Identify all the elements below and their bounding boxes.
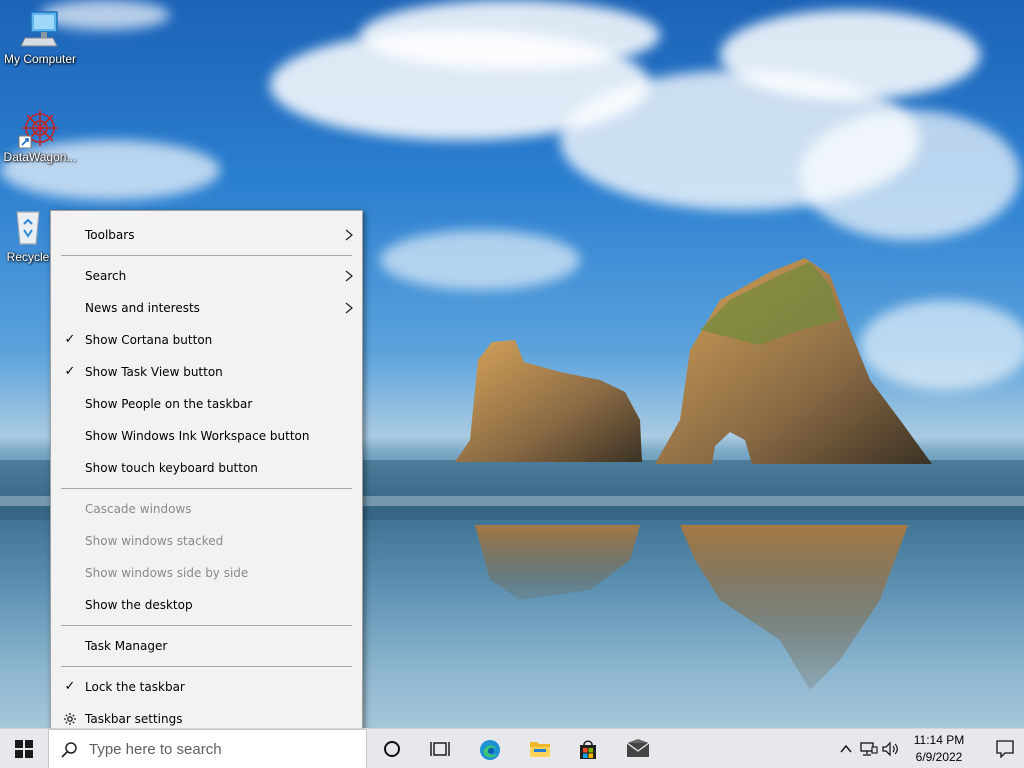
windows-logo-icon	[15, 740, 33, 758]
menu-item-label: Taskbar settings	[85, 712, 183, 726]
computer-icon	[17, 8, 63, 50]
menu-separator	[61, 255, 352, 256]
taskbar-context-menu: Toolbars Search News and interests ✓ Sho…	[50, 210, 363, 744]
menu-item-lock-taskbar[interactable]: ✓ Lock the taskbar	[51, 671, 362, 703]
cortana-button[interactable]	[368, 729, 416, 768]
submenu-arrow-icon	[345, 270, 353, 282]
menu-separator	[61, 625, 352, 626]
file-explorer-icon	[530, 742, 550, 757]
file-explorer-button[interactable]	[515, 729, 563, 768]
system-tray: 11:14 PM 6/9/2022	[824, 729, 1024, 768]
menu-item-label: Show touch keyboard button	[85, 461, 258, 475]
taskbar-search-box[interactable]: Type here to search	[48, 729, 367, 768]
checkmark-icon: ✓	[64, 332, 76, 347]
menu-item-label: News and interests	[85, 301, 200, 315]
cortana-icon	[384, 741, 400, 757]
menu-item-show-touch-keyboard[interactable]: Show touch keyboard button	[51, 452, 362, 484]
menu-item-label: Search	[85, 269, 127, 283]
menu-item-label: Show Windows Ink Workspace button	[85, 429, 310, 443]
menu-item-label: Show the desktop	[85, 598, 193, 612]
submenu-arrow-icon	[345, 302, 353, 314]
menu-item-show-desktop[interactable]: Show the desktop	[51, 589, 362, 621]
desktop-icon-my-computer[interactable]: My Computer	[0, 8, 80, 66]
menu-item-show-task-view-button[interactable]: ✓ Show Task View button	[51, 356, 362, 388]
menu-item-task-manager[interactable]: Task Manager	[51, 630, 362, 662]
taskbar-clock[interactable]: 11:14 PM 6/9/2022	[899, 732, 979, 766]
recycle-bin-icon	[5, 206, 51, 248]
menu-item-label: Task Manager	[85, 639, 168, 653]
menu-item-show-ink-workspace[interactable]: Show Windows Ink Workspace button	[51, 420, 362, 452]
desktop-icon-datawagon[interactable]: DataWagon...	[0, 106, 80, 164]
menu-item-toolbars[interactable]: Toolbars	[51, 219, 362, 251]
clock-time: 11:14 PM	[913, 733, 965, 747]
network-icon[interactable]	[860, 741, 878, 757]
datawagon-icon	[17, 106, 63, 149]
menu-separator	[61, 488, 352, 489]
menu-item-search[interactable]: Search	[51, 260, 362, 292]
menu-item-windows-side-by-side: Show windows side by side	[51, 557, 362, 589]
show-hidden-icons-chevron-up-icon[interactable]	[840, 744, 852, 754]
menu-item-news-and-interests[interactable]: News and interests	[51, 292, 362, 324]
menu-item-label: Show windows stacked	[85, 534, 224, 548]
menu-item-label: Show People on the taskbar	[85, 397, 253, 411]
mail-icon	[626, 739, 650, 757]
clock-date: 6/9/2022	[915, 750, 963, 764]
checkmark-icon: ✓	[64, 364, 76, 379]
desktop-icon-label: My Computer	[3, 52, 77, 66]
store-button[interactable]	[563, 729, 611, 768]
menu-item-label: Cascade windows	[85, 502, 192, 516]
search-icon	[61, 742, 77, 758]
submenu-arrow-icon	[345, 229, 353, 241]
menu-item-show-cortana-button[interactable]: ✓ Show Cortana button	[51, 324, 362, 356]
menu-item-show-people[interactable]: Show People on the taskbar	[51, 388, 362, 420]
desktop-icon-label: DataWagon...	[3, 150, 77, 164]
action-center-notification-icon[interactable]	[996, 740, 1014, 758]
task-view-button[interactable]	[416, 729, 464, 768]
checkmark-icon: ✓	[64, 679, 76, 694]
edge-button[interactable]	[465, 729, 513, 768]
store-icon	[580, 740, 596, 759]
taskbar: Type here to search 11:14 PM 6/9/2022	[0, 728, 1024, 768]
volume-icon[interactable]	[882, 741, 900, 757]
menu-item-label: Show windows side by side	[85, 566, 249, 580]
menu-item-windows-stacked: Show windows stacked	[51, 525, 362, 557]
task-view-icon	[430, 742, 450, 756]
menu-item-label: Show Cortana button	[85, 333, 213, 347]
edge-icon	[480, 740, 500, 760]
menu-item-cascade-windows: Cascade windows	[51, 493, 362, 525]
mail-button[interactable]	[612, 729, 660, 768]
menu-item-label: Lock the taskbar	[85, 680, 185, 694]
menu-separator	[61, 666, 352, 667]
start-button[interactable]	[0, 729, 48, 768]
menu-item-label: Toolbars	[85, 228, 135, 242]
search-placeholder: Type here to search	[89, 741, 222, 758]
menu-item-label: Show Task View button	[85, 365, 223, 379]
